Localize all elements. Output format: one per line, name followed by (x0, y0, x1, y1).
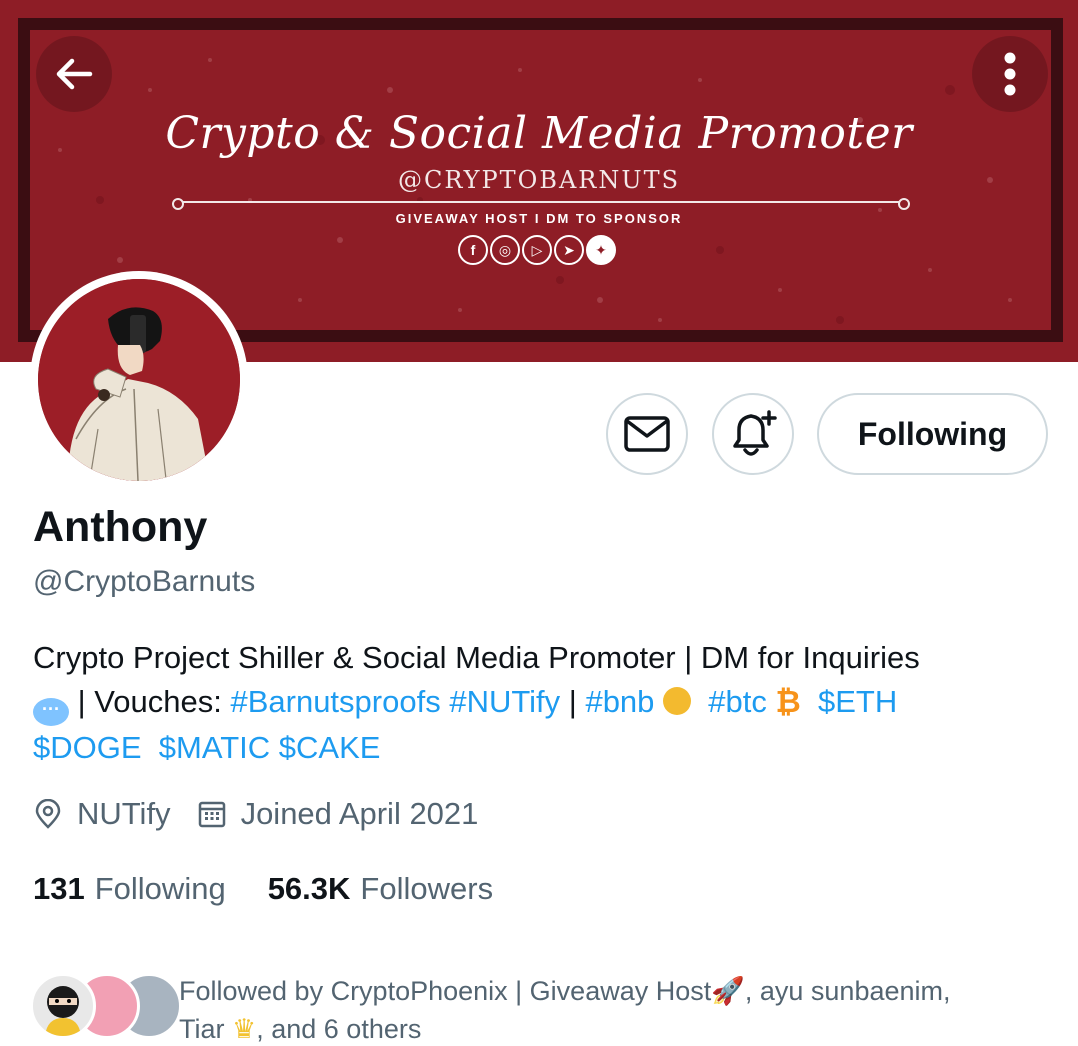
followed-by-section[interactable]: Followed by CryptoPhoenix | Giveaway Hos… (30, 970, 1070, 1046)
notifications-button[interactable] (712, 393, 794, 475)
join-date-text: Joined April 2021 (240, 796, 479, 831)
avatar-illustration (38, 279, 240, 481)
banner-title: Crypto & Social Media Promoter (165, 108, 913, 159)
join-date: Joined April 2021 (197, 796, 479, 832)
followers-count: 56.3K (267, 871, 351, 906)
bio-vouches-label: | Vouches: (77, 684, 222, 719)
back-button[interactable] (36, 36, 112, 112)
location: NUTify (33, 796, 171, 832)
bell-plus-icon (733, 410, 777, 456)
banner-handle: @CRYPTOBARNUTS (397, 166, 681, 194)
username-handle: @CryptoBarnuts (33, 565, 256, 598)
followers-stat-link[interactable]: 56.3K Followers (268, 871, 493, 907)
facebook-icon: f (458, 235, 488, 265)
display-name: Anthony (33, 503, 208, 551)
profile-avatar[interactable] (30, 271, 248, 489)
crown-emoji-icon: ♛ (232, 1014, 257, 1044)
follow-stats: 131 Following 56.3K Followers (33, 871, 535, 907)
cashtag-matic[interactable]: $MATIC (159, 730, 270, 765)
speech-bubble-icon: ··· (33, 698, 69, 726)
followed-by-line1-after: , ayu sunbaenim, (744, 976, 951, 1006)
bnb-coin-icon (663, 687, 692, 715)
telegram-icon: ➤ (554, 235, 584, 265)
following-count: 131 (33, 871, 85, 906)
location-text: NUTify (77, 796, 171, 831)
bio-text: Crypto Project Shiller & Social Media Pr… (33, 640, 920, 675)
instagram-icon: ◎ (490, 235, 520, 265)
cashtag-cake[interactable]: $CAKE (279, 730, 381, 765)
bitcoin-icon: ₿ (775, 684, 801, 719)
follower-avatar-1 (30, 973, 96, 1039)
followers-label: Followers (360, 871, 494, 906)
profile-meta: NUTify Joined April 2021 (33, 796, 504, 832)
hashtag-btc[interactable]: #btc (708, 684, 767, 719)
message-button[interactable] (606, 393, 688, 475)
banner-subtitle: GIVEAWAY HOST I DM TO SPONSOR (395, 211, 683, 226)
location-pin-icon (35, 799, 61, 829)
banner-divider (172, 198, 910, 210)
followed-by-text: Followed by CryptoPhoenix | Giveaway Hos… (179, 972, 1059, 1046)
bio-separator: | (568, 684, 577, 719)
followed-by-name-tiar: Tiar (179, 1014, 225, 1044)
banner-social-icons: f ◎ ▷ ➤ ✦ (458, 235, 618, 265)
arrow-left-icon (56, 58, 93, 90)
profile-bio: Crypto Project Shiller & Social Media Pr… (33, 636, 1043, 770)
more-options-button[interactable] (972, 36, 1048, 112)
twitter-icon: ✦ (586, 235, 616, 265)
calendar-icon (198, 801, 225, 828)
following-label: Following (94, 871, 226, 906)
following-button[interactable]: Following (817, 393, 1048, 475)
hashtag-nutify[interactable]: #NUTify (449, 684, 560, 719)
followed-by-line1: Followed by CryptoPhoenix | Giveaway Hos… (179, 976, 712, 1006)
hashtag-barnutsproofs[interactable]: #Barnutsproofs (230, 684, 440, 719)
cashtag-eth[interactable]: $ETH (818, 684, 897, 719)
rocket-emoji-icon: 🚀 (711, 976, 745, 1006)
followed-by-others: , and 6 others (256, 1014, 422, 1044)
ninja-avatar-icon (45, 986, 81, 1036)
hashtag-bnb[interactable]: #bnb (585, 684, 654, 719)
more-vertical-icon (1004, 52, 1016, 96)
cashtag-doge[interactable]: $DOGE (33, 730, 142, 765)
mail-icon (624, 416, 670, 452)
youtube-icon: ▷ (522, 235, 552, 265)
following-stat-link[interactable]: 131 Following (33, 871, 226, 907)
